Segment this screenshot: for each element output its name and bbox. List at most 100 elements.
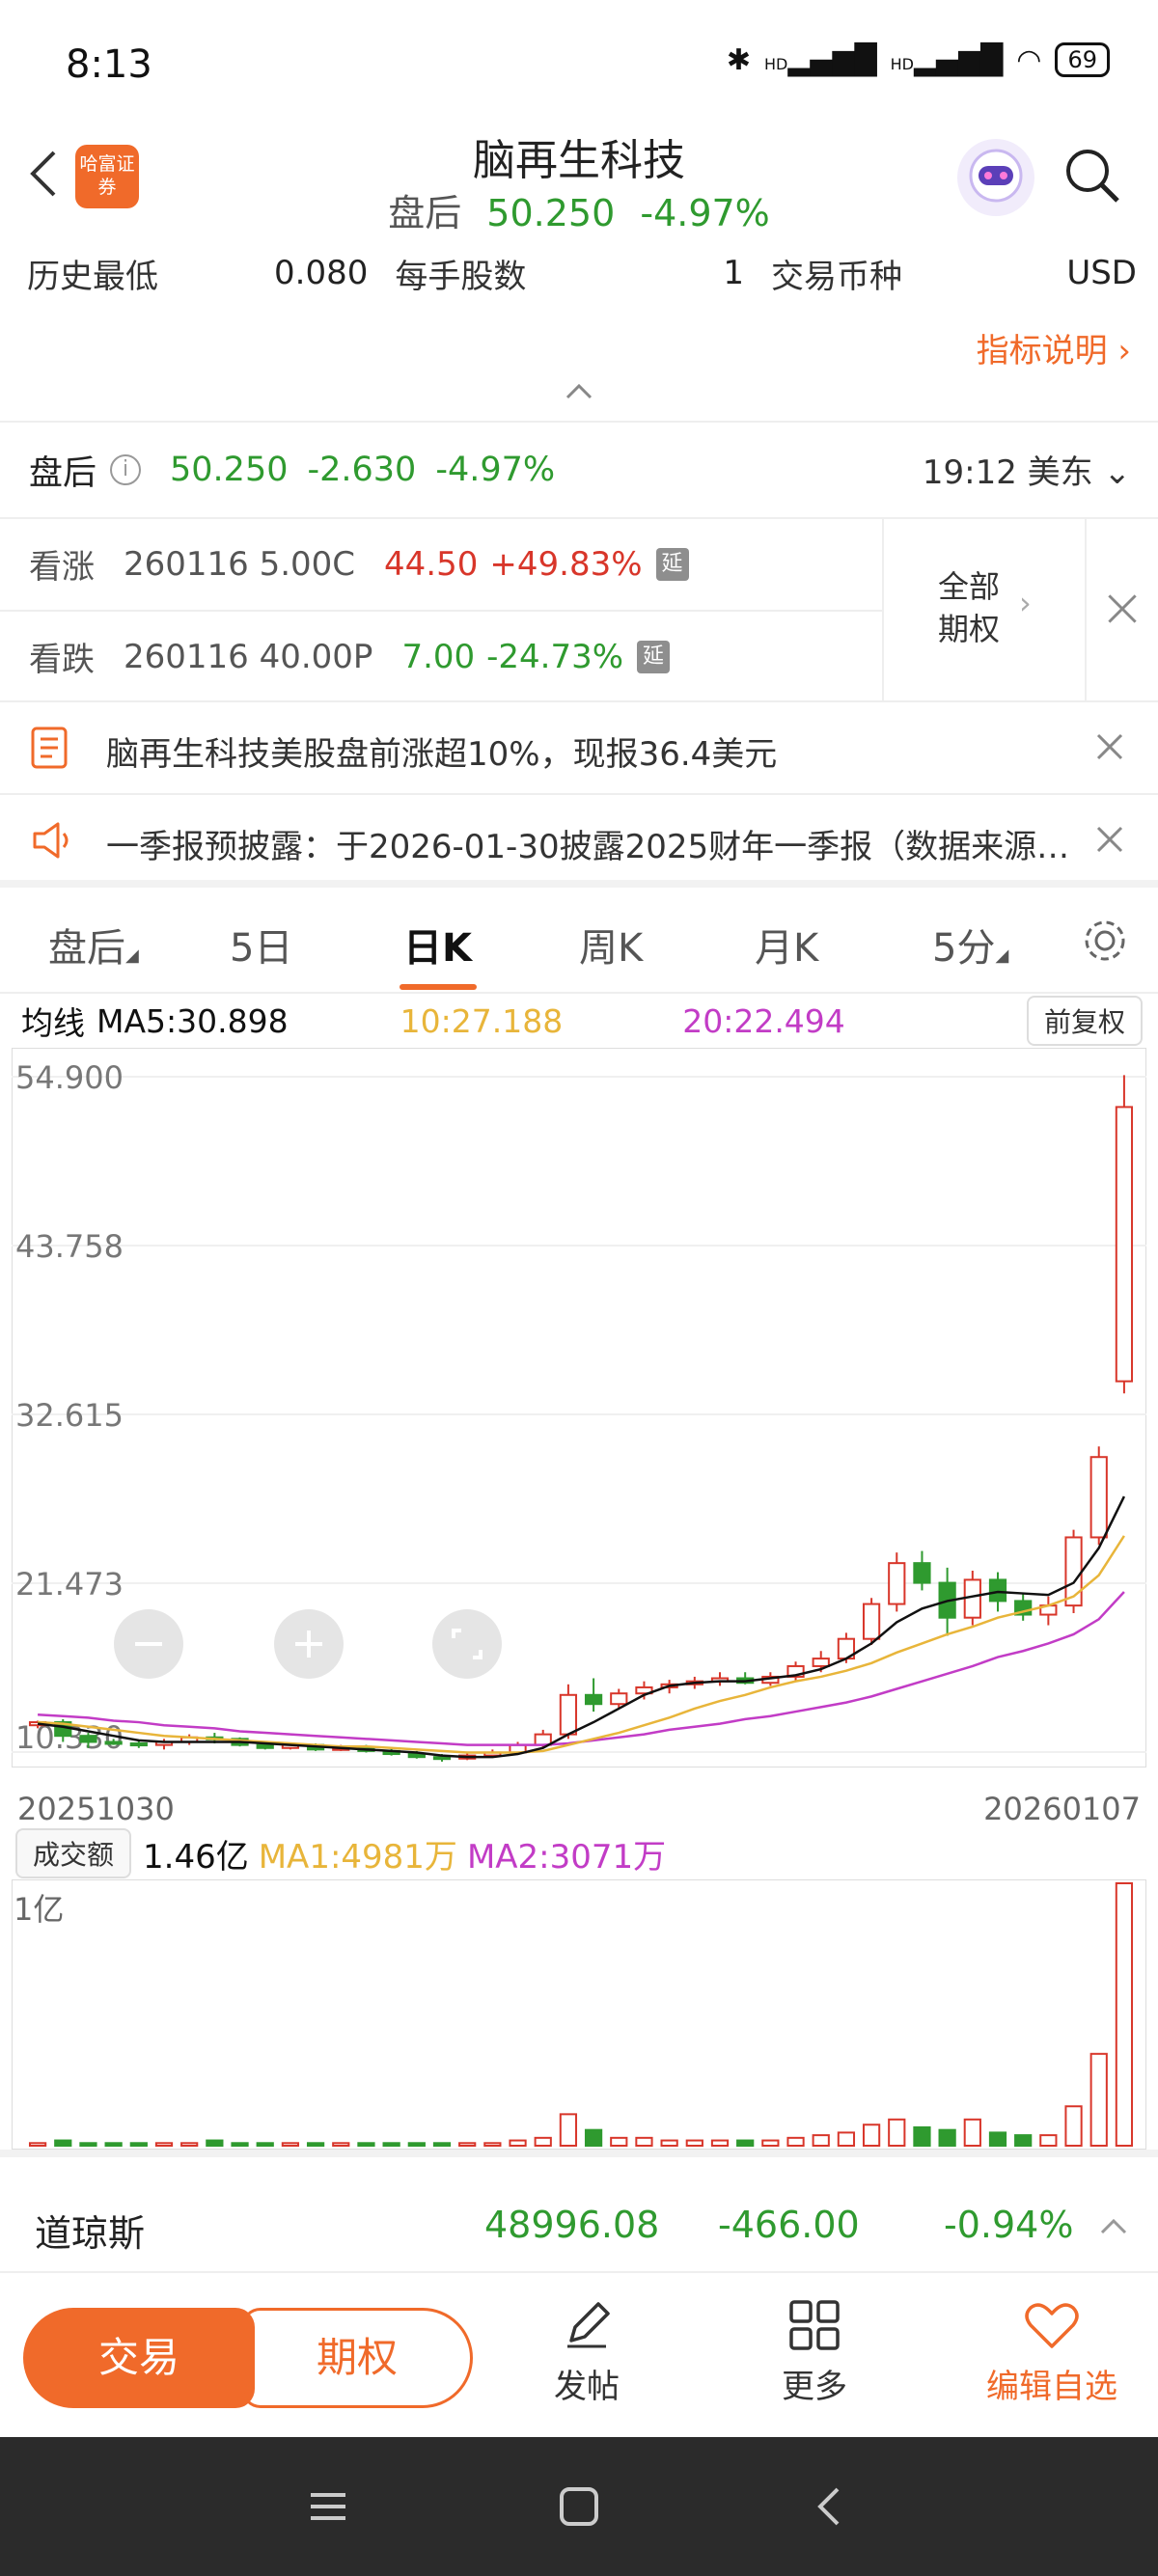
- candle-down: [913, 1562, 931, 1584]
- news-item[interactable]: 脑再生科技美股盘前涨超10%，现报36.4美元: [29, 704, 1139, 791]
- close-icon[interactable]: [1090, 727, 1129, 766]
- post-button[interactable]: 发帖: [510, 2296, 664, 2407]
- volume-bar: [913, 2125, 931, 2147]
- close-icon[interactable]: [1085, 517, 1158, 700]
- volume-bar: [786, 2136, 805, 2147]
- battery-icon: 69: [1055, 42, 1110, 77]
- dropdown-corner-icon: ◢: [995, 945, 1009, 966]
- volume-bar: [54, 2139, 72, 2147]
- ma-label: 均线: [21, 1004, 85, 1042]
- volume-bar: [610, 2136, 628, 2147]
- signal-icon-2: HD▂▄▆█: [890, 42, 1004, 77]
- chevron-up-icon: [1100, 2218, 1127, 2234]
- tab-after-hours[interactable]: 盘后◢: [48, 917, 139, 973]
- more-button[interactable]: 更多: [737, 2296, 892, 2407]
- fullscreen-button[interactable]: [432, 1609, 502, 1679]
- tab-week-k[interactable]: 周K: [579, 917, 643, 973]
- tab-5day[interactable]: 5日: [230, 917, 292, 973]
- speaker-icon: [33, 822, 69, 859]
- candlestick-chart[interactable]: 54.900 43.758 32.615 21.473 10.330: [12, 1048, 1146, 1768]
- home-icon[interactable]: [558, 2485, 600, 2528]
- volume-bar: [432, 2142, 452, 2147]
- more-label: 更多: [782, 2368, 847, 2406]
- stock-info-row: 历史最低 0.080 每手股数 1 交易币种 USD: [27, 249, 1137, 297]
- delayed-tag: 延: [655, 547, 689, 581]
- close-icon[interactable]: [1090, 820, 1129, 859]
- volume-bar: [180, 2142, 199, 2147]
- header-change-pct: -4.97%: [640, 192, 770, 234]
- volume-bar: [256, 2142, 274, 2147]
- settings-gear-icon[interactable]: [1079, 915, 1131, 967]
- put-contract: 260116 40.00P: [124, 637, 373, 676]
- call-label: 看涨: [29, 548, 95, 587]
- turnover-button[interactable]: 成交额: [15, 1828, 132, 1878]
- index-change-pct: -0.94%: [944, 2204, 1074, 2246]
- y-label-4: 21.473: [15, 1566, 124, 1603]
- volume-bar: [584, 2128, 603, 2147]
- section-gap: [0, 2150, 1158, 2157]
- signal-icon: HD▂▄▆█: [763, 42, 877, 77]
- divider: [0, 793, 1158, 795]
- volume-axis-label: 1亿: [14, 1891, 64, 1928]
- options-button[interactable]: 期权: [241, 2308, 473, 2408]
- volume-bar: [332, 2142, 350, 2147]
- collapse-chevron-icon[interactable]: [564, 380, 594, 403]
- zoom-out-button[interactable]: [114, 1609, 183, 1679]
- divider: [0, 992, 1158, 994]
- trade-button[interactable]: 交易: [23, 2308, 255, 2408]
- menu-icon[interactable]: [307, 2485, 349, 2528]
- volume-bar: [660, 2139, 678, 2147]
- announcement-item[interactable]: 一季报预披露：于2026-01-30披露2025财年一季报（数据来源…: [29, 797, 1139, 884]
- chevron-down-icon: ⌄: [1103, 453, 1132, 492]
- turnover-ma2: MA2:3071万: [466, 1837, 667, 1877]
- turnover-ma1: MA1:4981万: [258, 1837, 457, 1877]
- index-ticker[interactable]: 道琼斯 48996.08 -466.00 -0.94%: [0, 2157, 1158, 2273]
- tab-5min[interactable]: 5分◢: [932, 917, 1008, 973]
- lot-size-label: 每手股数: [395, 257, 527, 296]
- candle-down: [129, 1742, 148, 1747]
- index-value: 48996.08: [484, 2204, 660, 2246]
- volume-bar: [862, 2124, 881, 2148]
- candle-up: [1115, 1106, 1134, 1383]
- volume-bar: [685, 2139, 703, 2147]
- volume-bar: [1014, 2134, 1033, 2147]
- zoom-in-button[interactable]: [274, 1609, 344, 1679]
- tab-label: 盘后: [48, 926, 125, 971]
- y-label-2: 43.758: [15, 1228, 124, 1265]
- volume-bar: [736, 2139, 755, 2147]
- after-hours-time[interactable]: 19:12 美东 ⌄: [923, 446, 1131, 493]
- volume-bar: [761, 2139, 780, 2147]
- info-icon[interactable]: i: [110, 454, 142, 485]
- indicator-link-label: 指标说明: [976, 332, 1108, 370]
- wifi-icon: ◠: [1016, 42, 1042, 77]
- robot-assistant-icon[interactable]: [957, 139, 1034, 216]
- chart-period-tabs: 盘后◢ 5日 日K 周K 月K 5分◢: [0, 888, 1158, 994]
- volume-chart[interactable]: 1亿: [12, 1879, 1146, 2150]
- history-low-value: 0.080: [274, 254, 369, 292]
- ma20-value: 20:22.494: [682, 1001, 845, 1040]
- header-price: 50.250: [486, 192, 616, 234]
- tab-month-k[interactable]: 月K: [755, 917, 818, 973]
- put-change: -24.73%: [486, 637, 624, 676]
- tab-day-k[interactable]: 日K: [403, 917, 472, 973]
- back-icon[interactable]: [809, 2485, 851, 2528]
- call-price: 44.50: [384, 544, 479, 584]
- zoom-controls: [114, 1609, 502, 1679]
- all-options-button[interactable]: 全部 期权 ›: [882, 517, 1085, 700]
- y-label-1: 54.900: [15, 1059, 124, 1096]
- indicator-explanation-link[interactable]: 指标说明 ›: [977, 324, 1131, 371]
- chevron-right-icon: ›: [1117, 332, 1131, 370]
- volume-bar: [483, 2142, 502, 2147]
- edit-watchlist-button[interactable]: 编辑自选: [965, 2296, 1139, 2407]
- search-icon[interactable]: [1062, 145, 1123, 206]
- call-contract: 260116 5.00C: [124, 544, 356, 584]
- index-change: -466.00: [718, 2204, 860, 2246]
- chart-frame: [12, 1048, 1146, 1768]
- volume-bar: [129, 2142, 148, 2147]
- volume-bar: [509, 2139, 527, 2147]
- put-option-row[interactable]: 看跌 260116 40.00P 7.00 -24.73% 延: [29, 633, 671, 680]
- price-adjust-button[interactable]: 前复权: [1026, 996, 1143, 1046]
- call-option-row[interactable]: 看涨 260116 5.00C 44.50 +49.83% 延: [29, 540, 689, 588]
- volume-bar: [812, 2134, 830, 2147]
- candle-up: [862, 1603, 881, 1640]
